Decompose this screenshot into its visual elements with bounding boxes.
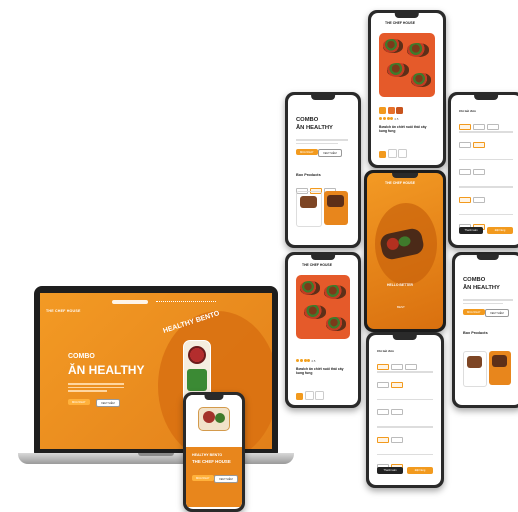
product-lower-sizes[interactable]: [296, 387, 326, 405]
combo-upper-section: Box Products: [296, 173, 321, 177]
product-lower-title: Bowlch ăn chiết nuôi thái cây kung fung: [296, 367, 344, 376]
phone-product-lower: THE CHEF HOUSE 4.5 Bowlch ăn chiết nuôi …: [285, 252, 361, 408]
laptop-search-input[interactable]: [112, 300, 148, 304]
laptop: THE CHEF HOUSE COMBO ĂN HEALTHY MUA NGAY…: [18, 286, 294, 482]
product-lower-rating: 4.5: [296, 359, 315, 363]
splash-logo: THE CHEF HOUSE: [385, 181, 415, 185]
phone-front-more-button[interactable]: XEM THÊM: [214, 475, 238, 483]
order-top-form: [459, 129, 513, 235]
phone-front-screen: HEALTHY BENTO THE CHEF HOUSE MUA NGAY XE…: [186, 395, 242, 509]
phone-splash: THE CHEF HOUSE HELLO BETTER BEST: [364, 170, 446, 332]
phone-splash-screen: THE CHEF HOUSE HELLO BETTER BEST: [367, 173, 443, 329]
phone-product-top-screen: THE CHEF HOUSE 4.5 Bowlch ăn chiết nuôi …: [371, 13, 443, 165]
combo-lower-more-button[interactable]: XEM THÊM: [485, 309, 509, 317]
phone-front-meal: [198, 407, 230, 431]
combo-lower-title1: COMBO: [463, 277, 486, 283]
laptop-buy-button[interactable]: MUA NGAY: [68, 399, 90, 405]
phone-combo-lower: COMBO ĂN HEALTHY MUA NGAY XEM THÊM Box P…: [452, 252, 518, 408]
phone-front-top: [186, 395, 242, 447]
combo-upper-text: [296, 137, 348, 146]
phone-product-lower-screen: THE CHEF HOUSE 4.5 Bowlch ăn chiết nuôi …: [288, 255, 358, 405]
laptop-trackpad-notch: [138, 453, 174, 456]
phone-product-top: THE CHEF HOUSE 4.5 Bowlch ăn chiết nuôi …: [368, 10, 446, 168]
product-lower-image: [296, 275, 350, 339]
laptop-nav: THE CHEF HOUSE: [46, 299, 266, 313]
product-top-title: Bowlch ăn chiết nuôi thái cây kung fung: [379, 125, 427, 134]
laptop-more-button[interactable]: XEM THÊM: [96, 399, 120, 407]
splash-tagline: HELLO BETTER: [387, 283, 413, 287]
combo-lower-card1[interactable]: [463, 351, 487, 387]
phone-order-bottom: Chi tiết đơn Thanh toán Đặt hàng: [366, 332, 444, 488]
order-bottom-pay-button[interactable]: Thanh toán: [377, 467, 403, 474]
product-top-image: [379, 33, 435, 97]
order-top-header: Chi tiết đơn: [459, 109, 476, 113]
phone-order-top-screen: Chi tiết đơn Thanh toán Đặt hàng: [451, 95, 518, 245]
combo-upper-card2[interactable]: [324, 191, 348, 225]
combo-lower-text: [463, 297, 513, 306]
order-bottom-header: Chi tiết đơn: [377, 349, 394, 353]
product-top-rating: 4.5: [379, 117, 398, 121]
phone-front: HEALTHY BENTO THE CHEF HOUSE MUA NGAY XE…: [183, 392, 245, 512]
laptop-hero-line1: COMBO: [68, 353, 95, 360]
combo-lower-title2: ĂN HEALTHY: [463, 285, 500, 291]
phone-front-tagline: HEALTHY BENTO: [192, 453, 223, 457]
combo-upper-title1: COMBO: [296, 117, 319, 123]
combo-lower-buy-button[interactable]: MUA NGAY: [463, 309, 485, 315]
combo-upper-title2: ĂN HEALTHY: [296, 125, 333, 131]
laptop-hero-paragraph: [68, 381, 124, 394]
phone-front-logo: THE CHEF HOUSE: [192, 459, 231, 464]
phone-order-bottom-screen: Chi tiết đơn Thanh toán Đặt hàng: [369, 335, 441, 485]
combo-upper-buy-button[interactable]: MUA NGAY: [296, 149, 318, 155]
product-lower-logo: THE CHEF HOUSE: [302, 263, 332, 267]
combo-upper-more-button[interactable]: XEM THÊM: [318, 149, 342, 157]
laptop-hero-line2: ĂN HEALTHY: [68, 363, 145, 377]
combo-lower-card2[interactable]: [489, 351, 511, 385]
phone-combo-upper-screen: COMBO ĂN HEALTHY MUA NGAY XEM THÊM Box P…: [288, 95, 358, 245]
combo-upper-card1[interactable]: [296, 191, 322, 227]
laptop-nav-logo[interactable]: THE CHEF HOUSE: [46, 309, 81, 313]
phone-front-buy-button[interactable]: MUA NGAY: [192, 475, 214, 481]
laptop-nav-links[interactable]: [156, 301, 216, 304]
phone-order-top: Chi tiết đơn Thanh toán Đặt hàng: [448, 92, 518, 248]
product-top-sizes[interactable]: [379, 145, 409, 163]
product-top-logo: THE CHEF HOUSE: [385, 21, 415, 25]
phone-combo-upper: COMBO ĂN HEALTHY MUA NGAY XEM THÊM Box P…: [285, 92, 361, 248]
order-bottom-order-button[interactable]: Đặt hàng: [407, 467, 433, 474]
splash-sub: BEST: [397, 305, 405, 309]
combo-lower-section: Box Products: [463, 331, 488, 335]
phone-combo-lower-screen: COMBO ĂN HEALTHY MUA NGAY XEM THÊM Box P…: [455, 255, 518, 405]
phone-front-panel: HEALTHY BENTO THE CHEF HOUSE MUA NGAY XE…: [186, 447, 242, 507]
order-bottom-form: [377, 369, 433, 475]
order-top-pay-button[interactable]: Thanh toán: [459, 227, 483, 234]
order-top-order-button[interactable]: Đặt hàng: [487, 227, 513, 234]
